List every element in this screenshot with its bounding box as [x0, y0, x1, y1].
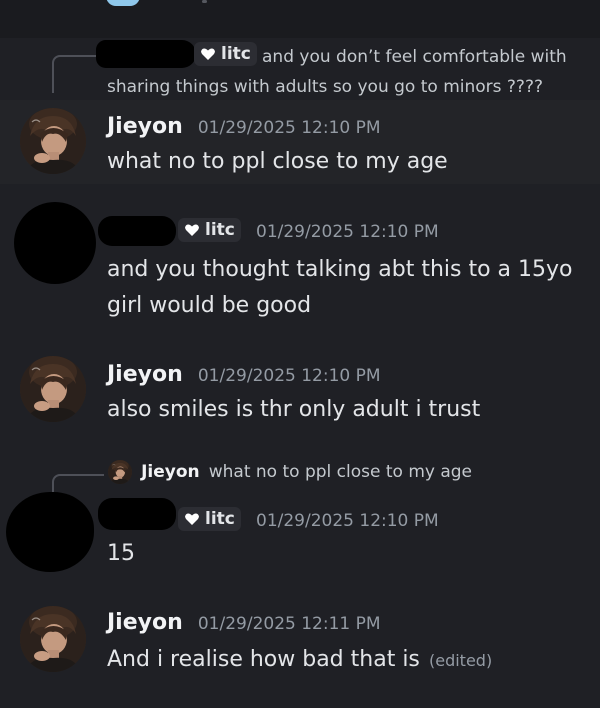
message-content: what no to ppl close to my age [107, 149, 448, 174]
user-tag[interactable]: litc [178, 218, 241, 242]
redacted-avatar [6, 492, 94, 572]
message-item: Jieyon 01/29/2025 12:10 PM also smiles i… [0, 350, 600, 440]
avatar[interactable] [20, 356, 86, 422]
message-content: And i realise how bad that is [107, 647, 420, 672]
reply-preview-text: what no to ppl close to my age [208, 461, 473, 482]
edited-marker: (edited) [428, 651, 493, 670]
message-item: Jieyon 01/29/2025 12:11 PM And i realise… [0, 598, 600, 698]
author-name[interactable]: Jieyon [107, 610, 183, 635]
message-content-line: girl would be good [107, 293, 312, 318]
user-tag-label: litc [205, 219, 235, 240]
heart-icon [184, 511, 200, 527]
reply-spine [52, 55, 98, 93]
reply-preview-text[interactable]: and you don’t feel comfortable with shar… [107, 42, 577, 102]
previous-message-strip [0, 0, 600, 38]
message-content: also smiles is thr only adult i trust [107, 397, 481, 422]
heart-icon [184, 222, 200, 238]
redacted-avatar [14, 202, 96, 284]
reply-avatar [108, 460, 132, 484]
user-tag[interactable]: litc [178, 507, 241, 531]
timestamp: 01/29/2025 12:10 PM [256, 222, 439, 242]
timestamp: 01/29/2025 12:10 PM [256, 511, 439, 531]
separator-dot [202, 0, 207, 3]
message-content: 15 [107, 541, 135, 566]
redacted-author-name [98, 216, 176, 246]
redacted-author-name [98, 498, 176, 530]
message-content-line: and you thought talking abt this to a 15… [107, 257, 573, 282]
timestamp: 01/29/2025 12:11 PM [197, 614, 381, 634]
avatar[interactable] [20, 606, 86, 672]
user-tag-label: litc [205, 508, 235, 529]
message-item: Jieyon what no to ppl close to my age li… [0, 452, 600, 582]
timestamp: 01/29/2025 12:10 PM [197, 118, 381, 138]
author-name[interactable]: Jieyon [107, 114, 183, 139]
emoji-icon [106, 0, 140, 6]
author-name[interactable]: Jieyon [107, 362, 183, 387]
message-item: Jieyon 01/29/2025 12:10 PM what no to pp… [0, 100, 600, 184]
reply-author-name: Jieyon [141, 461, 200, 482]
timestamp: 01/29/2025 12:10 PM [197, 366, 381, 386]
chat-panel: litc and you don’t feel comfortable with… [0, 0, 600, 708]
avatar[interactable] [20, 108, 86, 174]
message-item: litc 01/29/2025 12:10 PM and you thought… [0, 196, 600, 336]
reply-preview[interactable]: Jieyon what no to ppl close to my age [108, 460, 472, 484]
